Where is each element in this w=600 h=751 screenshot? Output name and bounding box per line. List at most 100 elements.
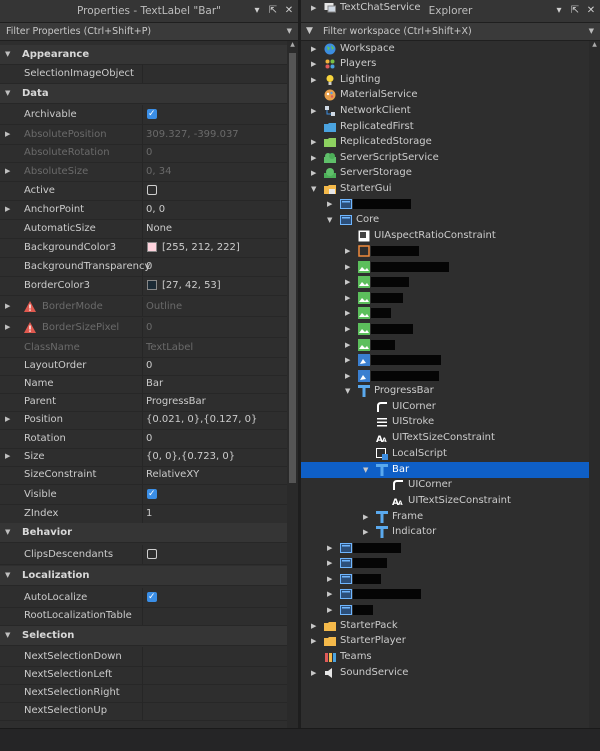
tree-item-networkclient[interactable]: ▶ NetworkClient (301, 103, 589, 119)
tree-item-textchatservice[interactable]: ▶ TextChatService (301, 0, 589, 16)
property-row-rotation[interactable]: Rotation 0 (0, 429, 287, 449)
chevron-down-icon[interactable]: ▼ (311, 181, 316, 197)
close-icon[interactable]: ✕ (284, 5, 294, 17)
chevron-right-icon[interactable]: ▶ (311, 72, 316, 88)
chevron-down-icon[interactable]: ▼ (345, 383, 350, 399)
property-row-clipsdescendants[interactable]: ClipsDescendants (0, 545, 287, 565)
tree-item-replicatedstorage[interactable]: ▶ ReplicatedStorage (301, 134, 589, 150)
tree-item-replicatedfirst[interactable]: ReplicatedFirst (301, 119, 589, 135)
chevron-right-icon[interactable]: ▶ (311, 665, 316, 681)
tree-item-uitextsizeconstraint[interactable]: A A UITextSizeConstraint (301, 493, 589, 509)
tree-item-serverscriptservice[interactable]: ▶ ServerScriptService (301, 150, 589, 166)
chevron-right-icon[interactable]: ▶ (345, 321, 350, 337)
tree-item-uiaspectratioconstraint[interactable]: UIAspectRatioConstraint (301, 228, 589, 244)
tree-item-redacted[interactable]: ▶ (301, 196, 589, 212)
property-value[interactable]: [27, 42, 53] (162, 276, 221, 295)
chevron-right-icon[interactable]: ▶ (345, 274, 350, 290)
chevron-right-icon[interactable]: ▶ (327, 586, 332, 602)
tree-item-redacted[interactable]: ▶ (301, 602, 589, 618)
explorer-filter-input[interactable]: ▼ Filter workspace (Ctrl+Shift+X) ▼ (301, 23, 600, 41)
property-value[interactable]: TextLabel (146, 338, 193, 357)
chevron-right-icon[interactable]: ▶ (5, 318, 10, 337)
undock-icon[interactable]: ⇱ (268, 5, 278, 17)
property-value[interactable]: 0 (146, 257, 152, 276)
chevron-right-icon[interactable]: ▶ (5, 297, 10, 316)
chevron-right-icon[interactable]: ▶ (327, 196, 332, 212)
property-value[interactable]: 0, 34 (146, 162, 171, 181)
property-value[interactable]: 0, 0 (146, 200, 165, 219)
property-row-nextselectiondown[interactable]: NextSelectionDown (0, 647, 287, 667)
tree-item-lighting[interactable]: ▶ Lighting (301, 72, 589, 88)
chevron-down-icon[interactable]: ▼ (327, 212, 332, 228)
tree-item-progressbar[interactable]: ▼ ProgressBar (301, 383, 589, 399)
section-appearance[interactable]: ▼ Appearance (0, 45, 287, 65)
tree-item-redacted[interactable]: ▶ (301, 259, 589, 275)
tree-item-uistroke[interactable]: UIStroke (301, 414, 589, 430)
chevron-right-icon[interactable]: ▶ (345, 243, 350, 259)
tree-item-redacted[interactable]: ▶ (301, 290, 589, 306)
property-row-bordermode[interactable]: ▶ BorderMode Outline (0, 297, 287, 317)
tree-item-redacted[interactable]: ▶ (301, 368, 589, 384)
scroll-up-icon[interactable]: ▲ (287, 41, 298, 51)
chevron-right-icon[interactable]: ▶ (363, 509, 368, 525)
chevron-right-icon[interactable]: ▶ (311, 633, 316, 649)
tree-item-indicator[interactable]: ▶ Indicator (301, 524, 589, 540)
properties-scroll-thumb[interactable] (289, 53, 296, 483)
property-value[interactable]: 0 (146, 429, 152, 448)
chevron-right-icon[interactable]: ▶ (311, 150, 316, 166)
property-row-anchorpoint[interactable]: ▶ AnchorPoint 0, 0 (0, 200, 287, 220)
property-row-visible[interactable]: Visible (0, 485, 287, 505)
properties-scrollbar[interactable]: ▲ (287, 41, 298, 728)
chevron-right-icon[interactable]: ▶ (311, 41, 316, 57)
section-data[interactable]: ▼ Data (0, 84, 287, 104)
chevron-right-icon[interactable]: ▶ (345, 337, 350, 353)
section-localization[interactable]: ▼ Localization (0, 566, 287, 586)
chevron-right-icon[interactable]: ▶ (311, 103, 316, 119)
property-row-nextselectionleft[interactable]: NextSelectionLeft (0, 665, 287, 685)
chevron-down-icon[interactable]: ▼ (5, 626, 10, 645)
tree-item-redacted[interactable]: ▶ (301, 352, 589, 368)
tree-item-redacted[interactable]: ▶ (301, 586, 589, 602)
chevron-right-icon[interactable]: ▶ (311, 618, 316, 634)
property-row-archivable[interactable]: Archivable (0, 105, 287, 125)
checkbox-checked[interactable] (147, 485, 157, 504)
chevron-right-icon[interactable]: ▶ (5, 125, 10, 144)
property-row-selectionimageobject[interactable]: SelectionImageObject (0, 64, 287, 84)
property-value[interactable]: 309.327, -399.037 (146, 125, 239, 144)
chevron-right-icon[interactable]: ▶ (345, 352, 350, 368)
property-row-layoutorder[interactable]: LayoutOrder 0 (0, 356, 287, 376)
chevron-right-icon[interactable]: ▶ (345, 368, 350, 384)
tree-item-workspace[interactable]: ▶ Workspace (301, 41, 589, 57)
tree-item-core[interactable]: ▼ Core (301, 212, 589, 228)
chevron-right-icon[interactable]: ▶ (311, 0, 316, 16)
filter-dropdown-icon[interactable]: ▼ (589, 23, 594, 40)
property-row-rootlocalizationtable[interactable]: RootLocalizationTable (0, 606, 287, 626)
tree-item-uitextsizeconstraint[interactable]: A A UITextSizeConstraint (301, 430, 589, 446)
tree-item-redacted[interactable]: ▶ (301, 305, 589, 321)
chevron-down-icon[interactable]: ▼ (363, 462, 368, 478)
checkbox-unchecked[interactable] (147, 185, 157, 195)
tree-item-players[interactable]: ▶ Players (301, 56, 589, 72)
property-row-nextselectionup[interactable]: NextSelectionUp (0, 701, 287, 721)
property-row-zindex[interactable]: ZIndex 1 (0, 504, 287, 524)
chevron-right-icon[interactable]: ▶ (311, 165, 316, 181)
property-value[interactable]: [255, 212, 222] (162, 238, 240, 257)
tree-item-uicorner[interactable]: UICorner (301, 399, 589, 415)
property-row-position[interactable]: ▶ Position {0.021, 0},{0.127, 0} (0, 410, 287, 430)
tree-item-soundservice[interactable]: ▶ SoundService (301, 665, 589, 681)
color-swatch[interactable] (147, 242, 157, 252)
chevron-right-icon[interactable]: ▶ (345, 290, 350, 306)
tree-item-uicorner[interactable]: UICorner (301, 477, 589, 493)
filter-funnel-icon[interactable]: ▼ (306, 23, 313, 40)
checkbox-checked[interactable] (147, 588, 157, 607)
properties-filter-input[interactable]: Filter Properties (Ctrl+Shift+P) ▼ (0, 23, 298, 41)
chevron-right-icon[interactable]: ▶ (311, 134, 316, 150)
tree-item-materialservice[interactable]: MaterialService (301, 87, 589, 103)
property-row-backgroundtransparency[interactable]: BackgroundTransparency 0 (0, 257, 287, 277)
property-row-classname[interactable]: ClassName TextLabel (0, 338, 287, 358)
chevron-down-icon[interactable]: ▼ (5, 566, 10, 585)
property-row-active[interactable]: Active (0, 181, 287, 201)
checkbox-unchecked[interactable] (147, 549, 157, 559)
tree-item-starterplayer[interactable]: ▶ StarterPlayer (301, 633, 589, 649)
tree-item-startergui[interactable]: ▼ StarterGui (301, 181, 589, 197)
